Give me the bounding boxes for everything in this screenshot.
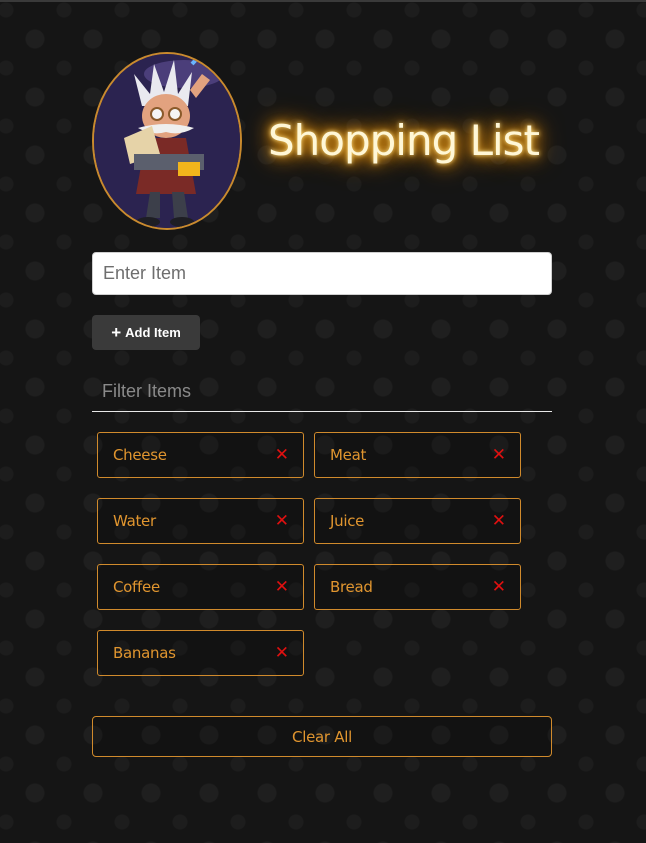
list-item[interactable]: Bananas ✕: [97, 630, 304, 676]
remove-icon[interactable]: ✕: [492, 446, 506, 464]
top-divider: [0, 0, 646, 2]
item-label: Bananas: [113, 644, 176, 662]
item-label: Juice: [330, 512, 365, 530]
item-label: Water: [113, 512, 156, 530]
remove-icon[interactable]: ✕: [275, 578, 289, 596]
character-avatar: [92, 52, 242, 230]
list-item[interactable]: Coffee ✕: [97, 564, 304, 610]
remove-icon[interactable]: ✕: [492, 512, 506, 530]
remove-icon[interactable]: ✕: [275, 512, 289, 530]
app-header: Shopping List: [92, 52, 552, 232]
clear-all-button[interactable]: Clear All: [92, 716, 552, 757]
list-item[interactable]: Cheese ✕: [97, 432, 304, 478]
list-item[interactable]: Meat ✕: [314, 432, 521, 478]
remove-icon[interactable]: ✕: [275, 446, 289, 464]
item-label: Coffee: [113, 578, 160, 596]
list-item[interactable]: Water ✕: [97, 498, 304, 544]
item-input[interactable]: [92, 252, 552, 295]
remove-icon[interactable]: ✕: [275, 644, 289, 662]
add-item-button[interactable]: + Add Item: [92, 315, 200, 350]
item-list: Cheese ✕ Meat ✕ Water ✕ Juice ✕ Coffee ✕…: [97, 432, 527, 676]
item-label: Meat: [330, 446, 367, 464]
remove-icon[interactable]: ✕: [492, 578, 506, 596]
add-item-label: Add Item: [125, 325, 181, 340]
list-item[interactable]: Bread ✕: [314, 564, 521, 610]
plus-icon: +: [111, 323, 122, 342]
list-item[interactable]: Juice ✕: [314, 498, 521, 544]
filter-input[interactable]: [92, 372, 552, 412]
item-label: Cheese: [113, 446, 167, 464]
page-title: Shopping List: [268, 116, 540, 165]
item-label: Bread: [330, 578, 373, 596]
shopping-list-app: Shopping List + Add Item Cheese ✕ Meat ✕…: [92, 52, 552, 757]
